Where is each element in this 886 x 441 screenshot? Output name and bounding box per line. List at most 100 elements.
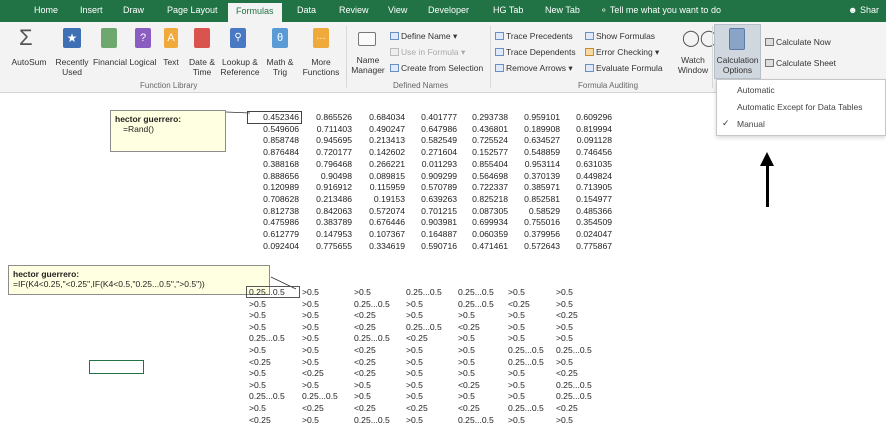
rand-cell[interactable]: 0.713905	[560, 182, 612, 192]
category-cell[interactable]: 0.25...0.5	[556, 391, 592, 401]
rand-cell[interactable]: 0.293738	[456, 112, 508, 122]
rand-cell[interactable]: 0.775867	[560, 241, 612, 251]
rand-cell[interactable]: 0.475986	[247, 217, 299, 227]
category-cell[interactable]: >0.5	[508, 415, 525, 425]
category-cell[interactable]: >0.5	[302, 333, 319, 343]
category-cell[interactable]: >0.5	[249, 345, 266, 355]
rand-cell[interactable]: 0.092404	[247, 241, 299, 251]
rand-cell[interactable]: 0.888656	[247, 171, 299, 181]
rand-cell[interactable]: 0.720177	[300, 147, 352, 157]
category-cell[interactable]: >0.5	[406, 415, 423, 425]
rand-cell[interactable]: 0.903981	[405, 217, 457, 227]
category-cell[interactable]: 0.25...0.5	[508, 403, 544, 413]
rand-cell[interactable]: 0.091128	[560, 135, 612, 145]
rand-cell[interactable]: 0.164887	[405, 229, 457, 239]
category-cell[interactable]: >0.5	[302, 287, 319, 297]
rand-cell[interactable]: 0.852581	[508, 194, 560, 204]
category-cell[interactable]: 0.25...0.5	[556, 345, 592, 355]
rand-cell[interactable]: 0.796468	[300, 159, 352, 169]
rand-cell[interactable]: 0.90498	[300, 171, 352, 181]
rand-cell[interactable]: 0.107367	[353, 229, 405, 239]
category-cell[interactable]: <0.25	[354, 345, 376, 355]
category-cell[interactable]: >0.5	[406, 368, 423, 378]
category-cell[interactable]: 0.25...0.5	[302, 391, 338, 401]
rand-cell[interactable]: 0.485366	[560, 206, 612, 216]
rand-cell[interactable]: 0.471461	[456, 241, 508, 251]
rand-cell[interactable]: 0.722337	[456, 182, 508, 192]
rand-cell[interactable]: 0.154977	[560, 194, 612, 204]
rand-cell[interactable]: 0.755016	[508, 217, 560, 227]
rand-cell[interactable]: 0.647986	[405, 124, 457, 134]
rand-cell[interactable]: 0.271604	[405, 147, 457, 157]
category-cell[interactable]: >0.5	[354, 287, 371, 297]
category-cell[interactable]: >0.5	[249, 322, 266, 332]
category-cell[interactable]: 0.25...0.5	[249, 333, 285, 343]
category-cell[interactable]: <0.25	[406, 403, 428, 413]
rand-cell[interactable]: 0.858748	[247, 135, 299, 145]
rand-cell[interactable]: 0.582549	[405, 135, 457, 145]
rand-cell[interactable]: 0.354509	[560, 217, 612, 227]
rand-cell[interactable]: 0.819994	[560, 124, 612, 134]
category-cell[interactable]: >0.5	[508, 322, 525, 332]
rand-cell[interactable]: 0.711403	[300, 124, 352, 134]
category-cell[interactable]: 0.25...0.5	[354, 299, 390, 309]
rand-cell[interactable]: 0.945695	[300, 135, 352, 145]
category-cell[interactable]: >0.5	[458, 333, 475, 343]
category-cell[interactable]: 0.25...0.5	[354, 415, 390, 425]
category-cell[interactable]: >0.5	[302, 299, 319, 309]
category-cell[interactable]: >0.5	[508, 310, 525, 320]
category-cell[interactable]: >0.5	[406, 391, 423, 401]
rand-cell[interactable]: 0.609296	[560, 112, 612, 122]
rand-cell[interactable]: 0.865526	[300, 112, 352, 122]
category-cell[interactable]: <0.25	[354, 310, 376, 320]
rand-cell[interactable]: 0.572643	[508, 241, 560, 251]
category-cell[interactable]: 0.25...0.5	[406, 287, 442, 297]
rand-cell[interactable]: 0.334619	[353, 241, 405, 251]
category-cell[interactable]: <0.25	[354, 322, 376, 332]
category-cell[interactable]: 0.25...0.5	[406, 322, 442, 332]
rand-cell[interactable]: 0.401777	[405, 112, 457, 122]
category-cell[interactable]: >0.5	[556, 287, 573, 297]
rand-cell[interactable]: 0.639263	[405, 194, 457, 204]
rand-cell[interactable]: 0.855404	[456, 159, 508, 169]
rand-cell[interactable]: 0.011293	[405, 159, 457, 169]
rand-cell[interactable]: 0.959101	[508, 112, 560, 122]
category-cell[interactable]: 0.25...0.5	[249, 287, 285, 297]
rand-cell[interactable]: 0.060359	[456, 229, 508, 239]
rand-cell[interactable]: 0.213486	[300, 194, 352, 204]
rand-cell[interactable]: 0.701215	[405, 206, 457, 216]
rand-cell[interactable]: 0.746456	[560, 147, 612, 157]
category-cell[interactable]: >0.5	[302, 345, 319, 355]
rand-cell[interactable]: 0.383789	[300, 217, 352, 227]
rand-cell[interactable]: 0.825218	[456, 194, 508, 204]
rand-cell[interactable]: 0.953114	[508, 159, 560, 169]
active-cell-cursor[interactable]	[89, 360, 144, 374]
category-cell[interactable]: <0.25	[556, 403, 578, 413]
category-cell[interactable]: >0.5	[508, 287, 525, 297]
category-cell[interactable]: 0.25...0.5	[458, 415, 494, 425]
category-cell[interactable]: >0.5	[556, 415, 573, 425]
category-cell[interactable]: <0.25	[458, 322, 480, 332]
rand-cell[interactable]: 0.436801	[456, 124, 508, 134]
category-cell[interactable]: >0.5	[354, 380, 371, 390]
rand-cell[interactable]: 0.572074	[353, 206, 405, 216]
category-cell[interactable]: >0.5	[556, 333, 573, 343]
rand-cell[interactable]: 0.266221	[353, 159, 405, 169]
rand-cell[interactable]: 0.388168	[247, 159, 299, 169]
category-cell[interactable]: <0.25	[249, 357, 271, 367]
category-cell[interactable]: >0.5	[458, 345, 475, 355]
category-cell[interactable]: <0.25	[354, 368, 376, 378]
category-cell[interactable]: <0.25	[249, 415, 271, 425]
rand-cell[interactable]: 0.876484	[247, 147, 299, 157]
category-cell[interactable]: >0.5	[458, 357, 475, 367]
category-cell[interactable]: >0.5	[508, 333, 525, 343]
rand-cell[interactable]: 0.549606	[247, 124, 299, 134]
rand-cell[interactable]: 0.612779	[247, 229, 299, 239]
rand-cell[interactable]: 0.725524	[456, 135, 508, 145]
rand-cell[interactable]: 0.370139	[508, 171, 560, 181]
category-cell[interactable]: <0.25	[354, 403, 376, 413]
category-cell[interactable]: <0.25	[406, 333, 428, 343]
category-cell[interactable]: 0.25...0.5	[458, 287, 494, 297]
category-cell[interactable]: >0.5	[406, 357, 423, 367]
rand-cell[interactable]: 0.909299	[405, 171, 457, 181]
